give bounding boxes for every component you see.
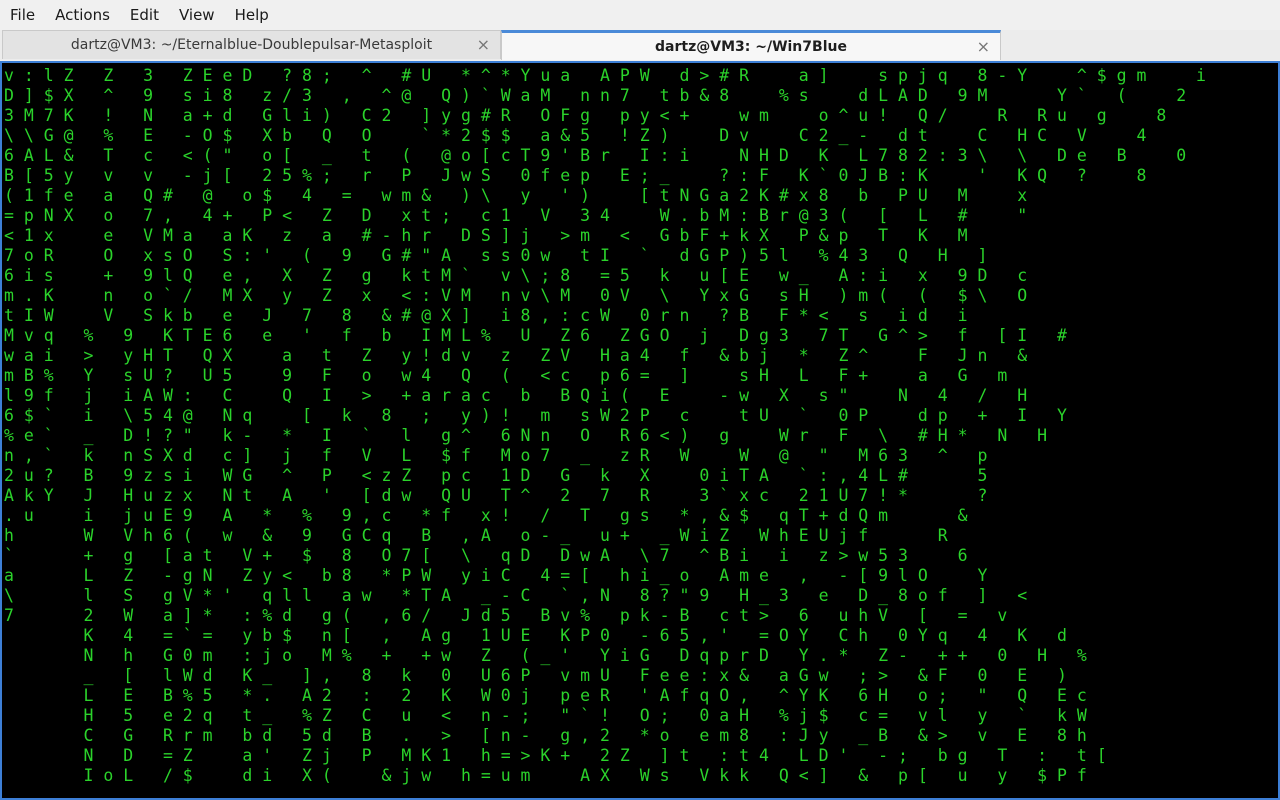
menu-file[interactable]: File — [0, 0, 45, 30]
matrix-rain-output: v : l Z Z 3 Z E e D ? 8 ; ^ # U * ^ * Y … — [4, 66, 1206, 786]
terminal-line: ( 1 f e a Q # @ o $ 4 = w m & ) \ y ' ) … — [4, 186, 1028, 205]
menu-edit[interactable]: Edit — [120, 0, 169, 30]
terminal-line: 6 i s + 9 l Q e , X Z g k t M ` v \ ; 8 … — [4, 266, 1028, 285]
terminal-line: h W V h 6 ( w & 9 G C q B , A o - _ u + … — [4, 526, 948, 545]
terminal-line: \ \ G @ % E - O $ X b Q O ` * 2 $ $ a & … — [4, 126, 1147, 145]
menu-view[interactable]: View — [169, 0, 225, 30]
close-icon[interactable]: × — [977, 37, 990, 57]
terminal-line: B [ 5 y v v - j [ 2 5 % ; r P J w S 0 f … — [4, 166, 1147, 185]
terminal-line: t I W V S k b e J 7 8 & # @ X ] i 8 , : … — [4, 306, 968, 325]
terminal-line: w a i > y H T Q X a t Z y ! d v z Z V H … — [4, 346, 1028, 365]
tab-bar: dartz@VM3: ~/Eternalblue-Doublepulsar-Me… — [0, 30, 1280, 60]
terminal-line: 3 M 7 K ! N a + d G l i ) C 2 ] y g # R … — [4, 106, 1167, 125]
tab-title: dartz@VM3: ~/Win7Blue — [655, 38, 847, 55]
menubar: File Actions Edit View Help — [0, 0, 1280, 30]
terminal-line: A k Y J H u z x N t A ' [ d w Q U T ^ 2 … — [4, 486, 988, 505]
terminal-line: H 5 e 2 q t _ % Z C u < n - ; " ` ! O ; … — [4, 706, 1087, 725]
tab-win7blue[interactable]: dartz@VM3: ~/Win7Blue × — [501, 30, 1001, 60]
terminal-line: v : l Z Z 3 Z E e D ? 8 ; ^ # U * ^ * Y … — [4, 66, 1206, 85]
tab-title: dartz@VM3: ~/Eternalblue-Doublepulsar-Me… — [70, 37, 433, 53]
terminal-line: 6 $ ` i \ 5 4 @ N q [ k 8 ; y ) ! m s W … — [4, 406, 1067, 425]
terminal-line: K 4 = ` = y b $ n [ , A g 1 U E K P 0 - … — [4, 626, 1067, 645]
terminal-line: ` + g [ a t V + $ 8 O 7 [ \ q D D w A \ … — [4, 546, 968, 565]
terminal-line: 2 u ? B 9 z s i W G ^ P < z Z p c 1 D G … — [4, 466, 988, 485]
terminal-view[interactable]: v : l Z Z 3 Z E e D ? 8 ; ^ # U * ^ * Y … — [0, 61, 1280, 800]
terminal-line: m . K n o ` / M X y Z x < : V M n v \ M … — [4, 286, 1028, 305]
terminal-line: . u i j u E 9 A * % 9 , c * f x ! / T g … — [4, 506, 968, 525]
terminal-line: m B % Y s U ? U 5 9 F o w 4 Q ( < c p 6 … — [4, 366, 1008, 385]
terminal-line: 6 A L & T c < ( " o [ _ t ( @ o [ c T 9 … — [4, 146, 1187, 165]
menu-actions[interactable]: Actions — [45, 0, 120, 30]
terminal-line: = p N X o 7 , 4 + P < Z D x t ; c 1 V 3 … — [4, 206, 1028, 225]
terminal-line: a L Z - g N Z y < b 8 * P W y i C 4 = [ … — [4, 566, 988, 585]
terminal-line: M v q % 9 K T E 6 e ' f b I M L % U Z 6 … — [4, 326, 1067, 345]
terminal-line: D ] $ X ^ 9 s i 8 z / 3 , ^ @ Q ) ` W a … — [4, 86, 1187, 105]
close-icon[interactable]: × — [477, 35, 490, 55]
terminal-line: N D = Z a ' Z j P M K 1 h = > K + 2 Z ] … — [4, 746, 1107, 765]
terminal-line: 7 2 W a ] * : % d g ( , 6 / J d 5 B v % … — [4, 606, 1008, 625]
terminal-line: l 9 f j i A W : C Q I > + a r a c b B Q … — [4, 386, 1028, 405]
terminal-line: % e ` _ D ! ? " k - * I ` l g ^ 6 N n O … — [4, 426, 1048, 445]
terminal-line: N h G 0 m : j o M % + + w Z ( _ ' Y i G … — [4, 646, 1087, 665]
terminal-line: 7 o R O x s O S : ' ( 9 G # " A s s 0 w … — [4, 246, 988, 265]
terminal-line: L E B % 5 * . A 2 : 2 K W 0 j p e R ' A … — [4, 686, 1087, 705]
menu-help[interactable]: Help — [225, 0, 279, 30]
terminal-line: _ [ l W d K _ ] , 8 k 0 U 6 P v m U F e … — [4, 666, 1067, 685]
terminal-line: n , ` k n S X d c ] j f V L $ f M o 7 _ … — [4, 446, 988, 465]
terminal-line: < 1 x e V M a a K z a # - h r D S ] j > … — [4, 226, 968, 245]
terminal-line: C G R r m b d 5 d B . > [ n - g , 2 * o … — [4, 726, 1087, 745]
terminal-line: \ l S g V * ' q l l a w * T A _ - C ` , … — [4, 586, 1028, 605]
terminal-line: I o L / $ d i X ( & j w h = u m A X W s … — [4, 766, 1087, 785]
tab-eternalblue[interactable]: dartz@VM3: ~/Eternalblue-Doublepulsar-Me… — [2, 30, 501, 59]
